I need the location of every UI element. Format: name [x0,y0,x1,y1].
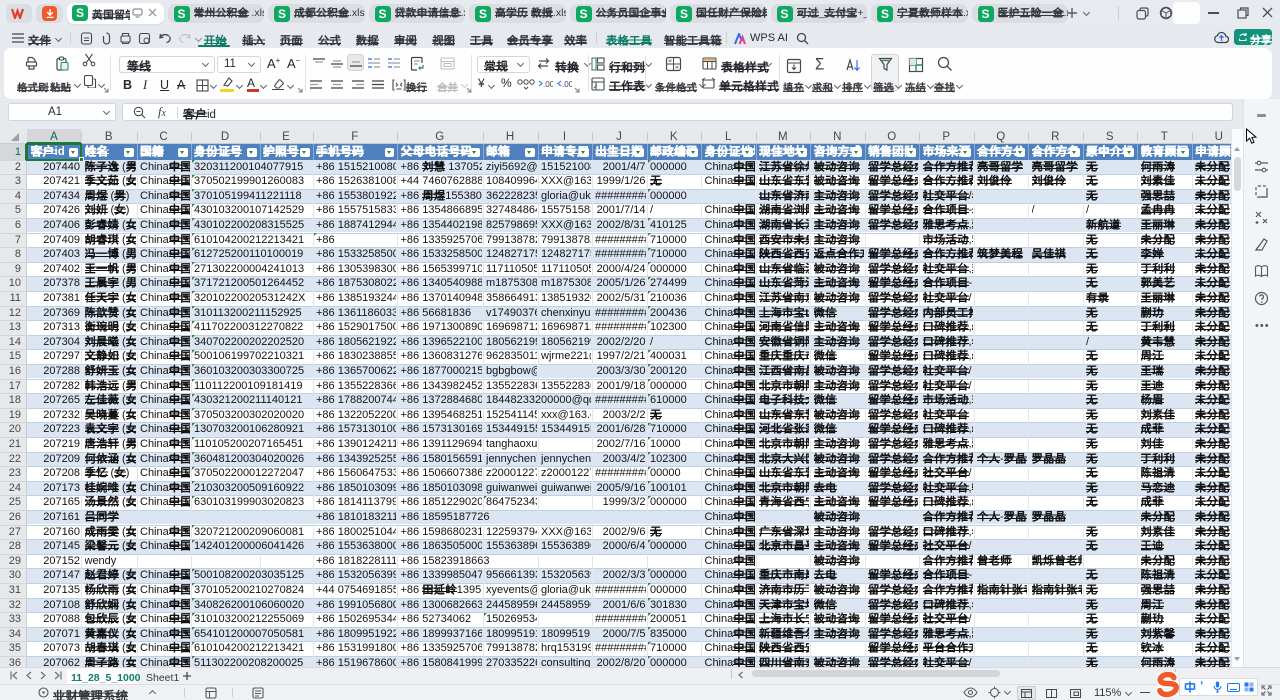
svg-text:.00: .00 [543,80,553,89]
svg-text:.00: .00 [562,80,572,89]
